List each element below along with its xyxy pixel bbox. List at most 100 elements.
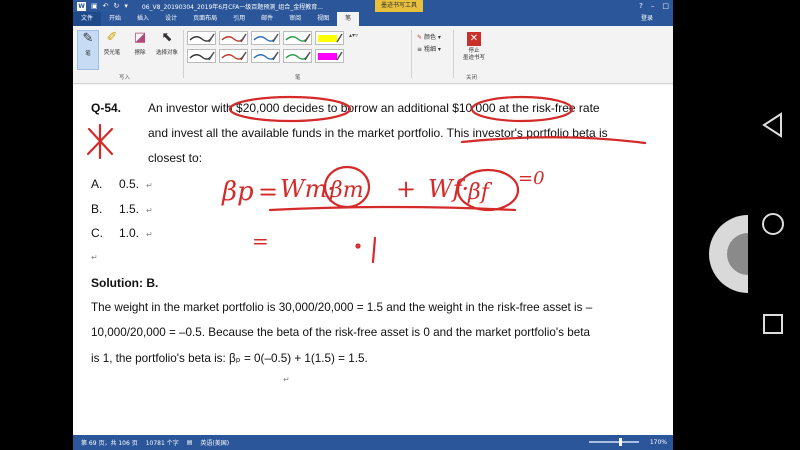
pen-stroke-icon <box>221 33 247 43</box>
screen: W ▣ ↶ ↻ ▾ 06_V8_20190304_2019年6月CFA一级百题预… <box>0 0 800 450</box>
document-title: 06_V8_20190304_2019年6月CFA一级百题预测_组合_金程教育.… <box>141 3 323 11</box>
solution-line-2: 10,000/20,000 = –0.5. Because the beta o… <box>91 326 590 339</box>
pen-stroke-icon <box>318 51 343 61</box>
pen-stroke-icon <box>253 51 279 61</box>
pen-stroke-icon <box>189 33 215 43</box>
pen-swatch[interactable] <box>251 49 280 63</box>
pen-swatch[interactable] <box>315 49 344 63</box>
pen-gallery: ▴▾▿ <box>187 31 409 65</box>
question-line-2: and invest all the available funds in th… <box>148 126 608 140</box>
paragraph-mark: ↵ <box>146 181 153 190</box>
pen-label: 笔 <box>85 51 91 57</box>
pen-swatch[interactable] <box>219 31 248 45</box>
pen-stroke-icon <box>189 51 215 61</box>
language[interactable]: 英语(美国) <box>200 438 229 447</box>
paragraph-mark: ↵ <box>146 230 153 239</box>
tab-view[interactable]: 视图 <box>309 12 337 26</box>
page-count[interactable]: 第 69 页，共 106 页 <box>81 438 138 447</box>
undo-icon[interactable]: ↶ <box>103 0 109 12</box>
select-objects-label: 选择对象 <box>155 50 178 56</box>
quick-access-toolbar: W ▣ ↶ ↻ ▾ <box>73 0 128 12</box>
option-b-value: 1.5. <box>119 202 140 216</box>
pen-stroke-icon <box>318 33 343 43</box>
group-divider <box>183 30 184 78</box>
save-icon[interactable]: ▣ <box>91 0 98 12</box>
option-a-letter: A. <box>91 177 103 191</box>
eraser-button[interactable]: ◪ 擦除 <box>129 30 151 56</box>
pen-swatch[interactable] <box>187 49 216 63</box>
status-bar: 第 69 页，共 106 页 10781 个字 ▤ 英语(美国) 170% <box>73 435 673 450</box>
pens-group-label: 笔 <box>295 75 301 81</box>
pen-stroke-icon <box>221 51 247 61</box>
pen-swatch[interactable] <box>251 31 280 45</box>
document-page[interactable]: Q-54. An investor with $20,000 decides t… <box>73 85 673 435</box>
ribbon: ✎ 笔 ✐ 荧光笔 ◪ 擦除 ⬉ 选择对象 写入 ▴▾▿ 笔 ✎ 颜色 ▾ ≡ … <box>73 26 673 84</box>
tab-home[interactable]: 开始 <box>101 12 129 26</box>
option-a-value: 0.5. <box>119 177 140 191</box>
option-b-letter: B. <box>91 202 103 216</box>
pen-swatch[interactable] <box>187 31 216 45</box>
word-count[interactable]: 10781 个字 <box>146 438 179 447</box>
eraser-icon: ◪ <box>133 30 147 45</box>
back-icon[interactable] <box>761 112 785 138</box>
pen-stroke-icon <box>285 51 311 61</box>
help-icon[interactable]: ? <box>639 0 643 12</box>
home-icon[interactable] <box>761 212 785 236</box>
solution-line-1: The weight in the market portfolio is 30… <box>91 301 593 314</box>
question-number: Q-54. <box>91 101 122 115</box>
stop-label-2: 墨迹书写 <box>462 55 485 61</box>
stop-inking-button[interactable]: ✕ 停止 墨迹书写 <box>459 32 489 62</box>
ink-tools-context-tab: 墨迹书写工具 <box>375 0 424 12</box>
word-logo-icon: W <box>77 1 86 11</box>
pen-swatch[interactable] <box>283 31 312 45</box>
login-link[interactable]: 登录 <box>641 12 653 26</box>
solution-heading: Solution: B. <box>91 276 159 290</box>
tab-design[interactable]: 设计 <box>157 12 185 26</box>
pen-button[interactable]: ✎ 笔 <box>77 30 99 70</box>
tab-review[interactable]: 审阅 <box>281 12 309 26</box>
close-group-label: 关闭 <box>466 75 478 81</box>
tab-pen[interactable]: 笔 <box>337 12 360 26</box>
eraser-label: 擦除 <box>134 50 146 56</box>
recents-icon[interactable] <box>761 312 785 336</box>
paragraph-mark: ↵ <box>91 253 98 262</box>
customize-icon[interactable]: ▾ <box>124 0 128 12</box>
ribbon-tabs: 文件 开始 插入 设计 页面布局 引用 邮件 审阅 视图 笔 登录 <box>73 12 673 26</box>
tab-mailings[interactable]: 邮件 <box>253 12 281 26</box>
option-c-value: 1.0. <box>119 226 140 240</box>
thickness-dropdown[interactable]: ≡ 粗细 ▾ <box>417 44 441 56</box>
tab-insert[interactable]: 插入 <box>129 12 157 26</box>
select-objects-button[interactable]: ⬉ 选择对象 <box>153 30 181 56</box>
pen-swatch[interactable] <box>315 31 344 45</box>
option-c-letter: C. <box>91 226 103 240</box>
zoom-level[interactable]: 170% <box>650 439 667 446</box>
pen-stroke-icon <box>285 33 311 43</box>
redo-icon[interactable]: ↻ <box>114 0 120 12</box>
tab-layout[interactable]: 页面布局 <box>185 12 225 26</box>
write-group-label: 写入 <box>119 75 131 81</box>
pen-gallery-more-button[interactable]: ▴▾▿ <box>349 31 358 63</box>
proofing-icon[interactable]: ▤ <box>187 439 193 446</box>
close-icon: ✕ <box>467 32 481 46</box>
pen-swatch[interactable] <box>283 49 312 63</box>
zoom-slider[interactable] <box>589 438 639 446</box>
zoom-slider-thumb[interactable] <box>619 438 622 446</box>
thickness-icon: ≡ <box>417 46 423 53</box>
highlighter-button[interactable]: ✐ 荧光笔 <box>101 30 123 56</box>
maximize-icon[interactable]: □ <box>662 0 669 12</box>
tab-references[interactable]: 引用 <box>225 12 253 26</box>
word-window: W ▣ ↶ ↻ ▾ 06_V8_20190304_2019年6月CFA一级百题预… <box>73 0 673 450</box>
color-dropdown[interactable]: ✎ 颜色 ▾ <box>417 32 441 44</box>
minimize-icon[interactable]: – <box>651 0 655 12</box>
tab-file[interactable]: 文件 <box>73 12 102 26</box>
pen-options: ✎ 颜色 ▾ ≡ 粗细 ▾ <box>417 32 441 56</box>
paragraph-mark: ↵ <box>146 206 153 215</box>
window-controls: ? – □ <box>639 0 669 12</box>
paragraph-mark: ↵ <box>283 375 290 384</box>
pen-swatch[interactable] <box>219 49 248 63</box>
pen-icon: ✎ <box>82 31 94 46</box>
pen-stroke-icon <box>253 33 279 43</box>
floating-assist-ball[interactable] <box>703 215 748 293</box>
question-line-3: closest to: <box>148 151 203 165</box>
title-bar: W ▣ ↶ ↻ ▾ 06_V8_20190304_2019年6月CFA一级百题预… <box>73 0 673 12</box>
